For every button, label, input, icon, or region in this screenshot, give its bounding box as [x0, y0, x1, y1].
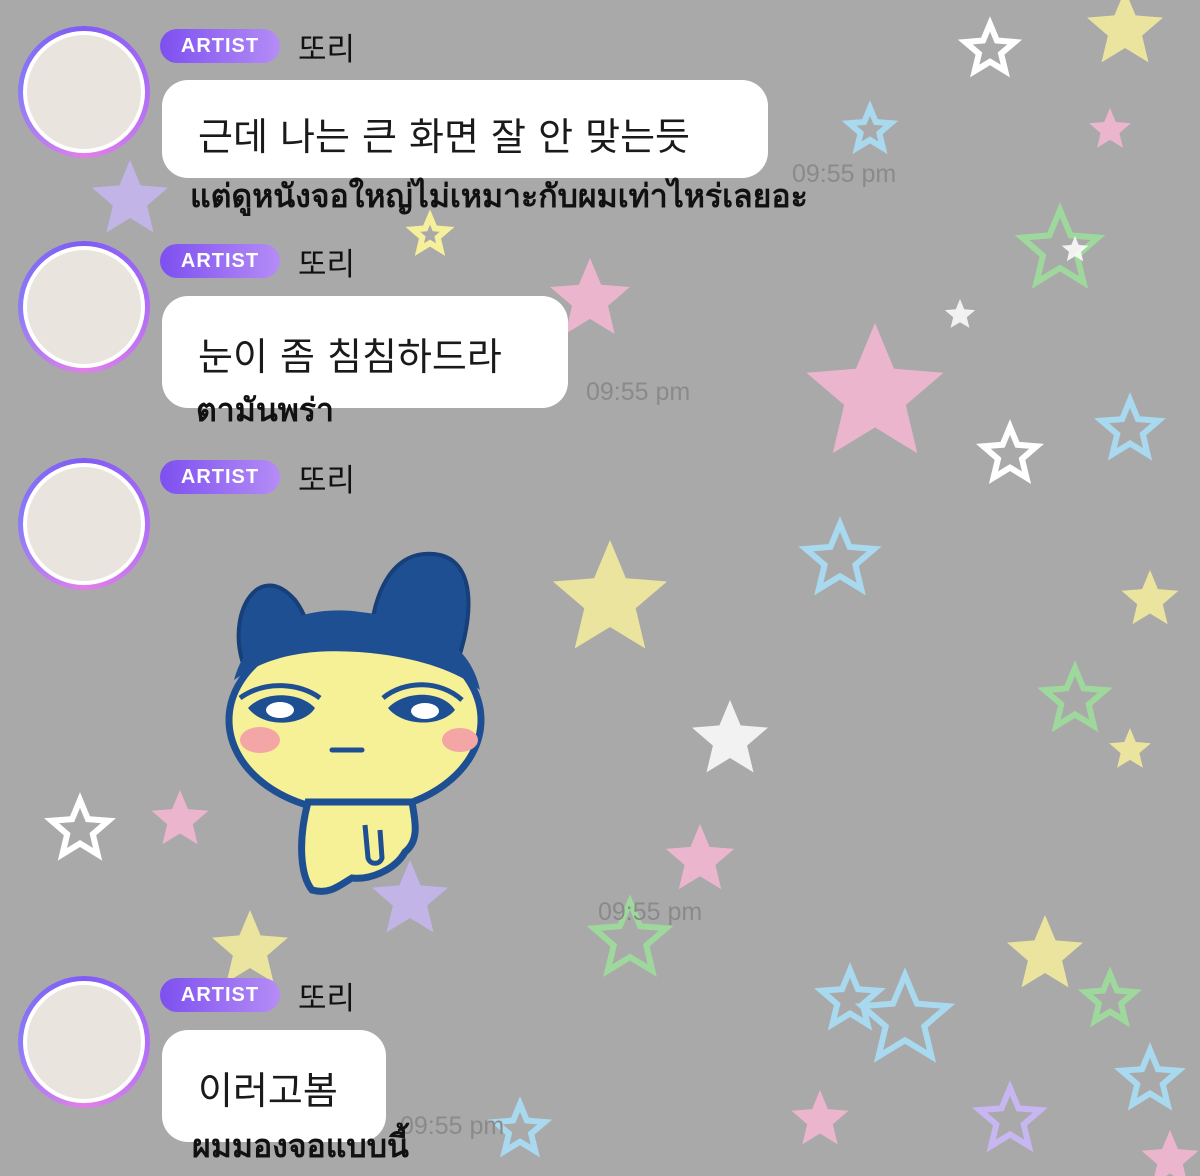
avatar-photo [27, 467, 141, 581]
artist-avatar[interactable] [18, 458, 150, 590]
background-star [44, 792, 116, 861]
background-star [552, 540, 668, 649]
background-star [972, 1080, 1048, 1153]
artist-avatar[interactable] [18, 976, 150, 1108]
background-star [1141, 1130, 1199, 1176]
background-star [1094, 392, 1166, 461]
artist-avatar[interactable] [18, 26, 150, 158]
background-star [692, 700, 768, 773]
sender-name: 또리 [298, 463, 356, 499]
background-star [791, 1090, 849, 1145]
message-time: 09:55 pm [586, 378, 691, 406]
translation-caption: ผมมองจอแบบนี้ [192, 1127, 409, 1165]
message-text: 눈이 좀 침침하드라 [198, 335, 502, 379]
message-bubble[interactable]: 근데 나는 큰 화면 잘 안 맞는듯 [162, 80, 768, 178]
translation-caption: แต่ดูหนังจอใหญ่ไม่เหมาะกับผมเท่าไหร่เลยอ… [190, 177, 808, 215]
background-star [212, 910, 288, 983]
mametchi-sticker[interactable] [220, 540, 510, 900]
background-star [957, 16, 1023, 78]
background-star [1109, 728, 1151, 768]
sender-name: 또리 [298, 247, 356, 283]
background-star [806, 323, 944, 454]
artist-badge: ARTIST [160, 978, 280, 1012]
background-star [665, 824, 735, 890]
avatar-photo [27, 985, 141, 1099]
avatar-photo [27, 35, 141, 149]
artist-badge: ARTIST [160, 29, 280, 63]
message-text: 근데 나는 큰 화면 잘 안 맞는듯 [198, 115, 690, 159]
avatar-photo [27, 250, 141, 364]
background-star [1089, 108, 1131, 148]
background-star [944, 299, 976, 328]
translation-caption: ตามันพร่า [196, 391, 334, 429]
background-star [841, 100, 899, 155]
background-star [1007, 915, 1083, 988]
background-star [1077, 966, 1143, 1028]
message-time: 09:55 pm [598, 898, 703, 926]
background-star [975, 419, 1045, 485]
background-star [151, 790, 209, 845]
background-star [92, 160, 168, 233]
background-star [854, 967, 956, 1063]
background-star [1087, 0, 1163, 63]
background-star [1121, 570, 1179, 625]
background-star [1114, 1042, 1186, 1111]
background-star [1037, 660, 1113, 733]
artist-badge: ARTIST [160, 460, 280, 494]
background-star [798, 516, 882, 596]
message-text: 이러고봄 [198, 1069, 338, 1113]
sender-name: 또리 [298, 32, 356, 68]
sender-name: 또리 [298, 981, 356, 1017]
message-time: 09:55 pm [400, 1112, 505, 1140]
artist-badge: ARTIST [160, 244, 280, 278]
artist-avatar[interactable] [18, 241, 150, 373]
